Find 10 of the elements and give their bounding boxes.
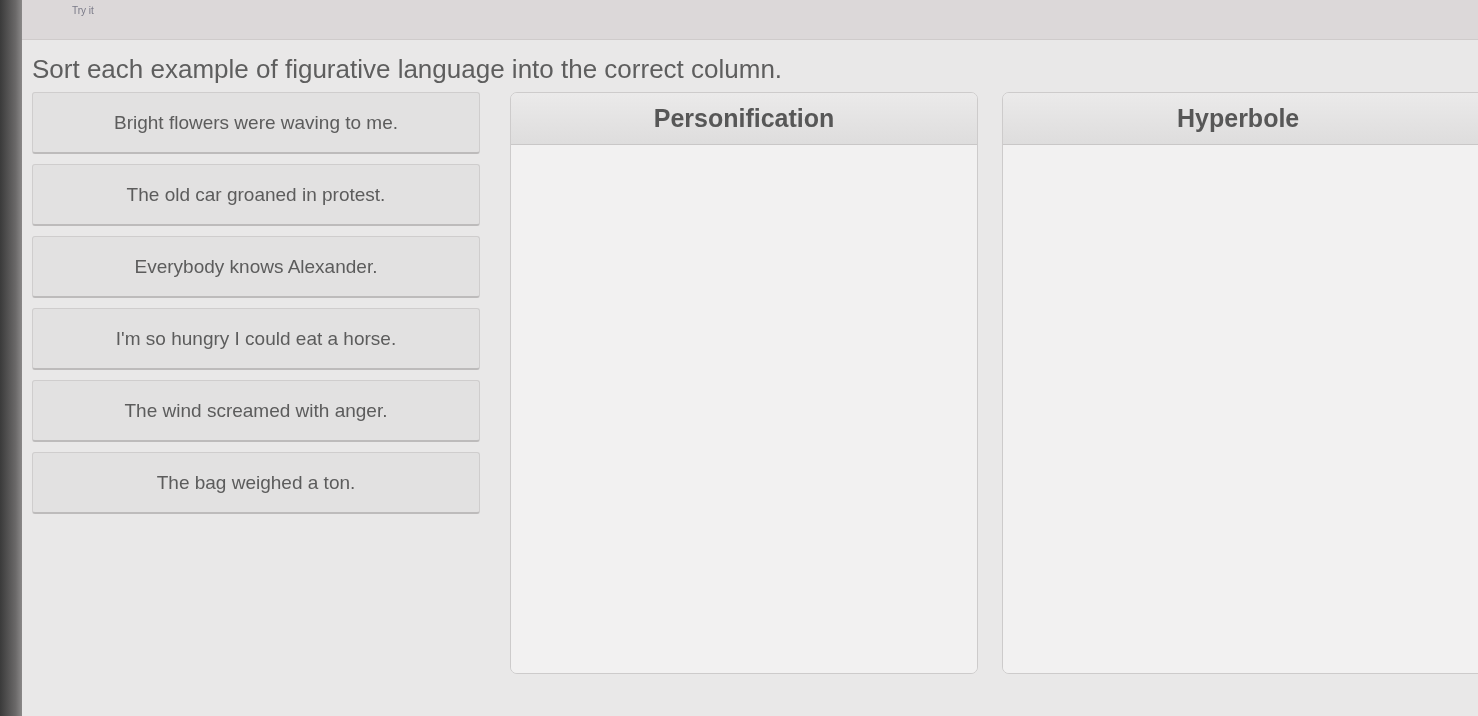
instruction-text: Sort each example of figurative language into the correct column. [32,54,783,84]
answer-card[interactable]: The bag weighed a ton. [32,452,480,514]
answer-card[interactable]: The old car groaned in protest. [32,164,480,226]
column-header: Personification [511,93,977,145]
answer-card[interactable]: I'm so hungry I could eat a horse. [32,308,480,370]
answer-card[interactable]: The wind screamed with anger. [32,380,480,442]
answer-card[interactable]: Everybody knows Alexander. [32,236,480,298]
column-header: Hyperbole [1003,93,1478,145]
try-it-label: Try it [72,5,94,16]
answer-card[interactable]: Bright flowers were waving to me. [32,92,480,154]
